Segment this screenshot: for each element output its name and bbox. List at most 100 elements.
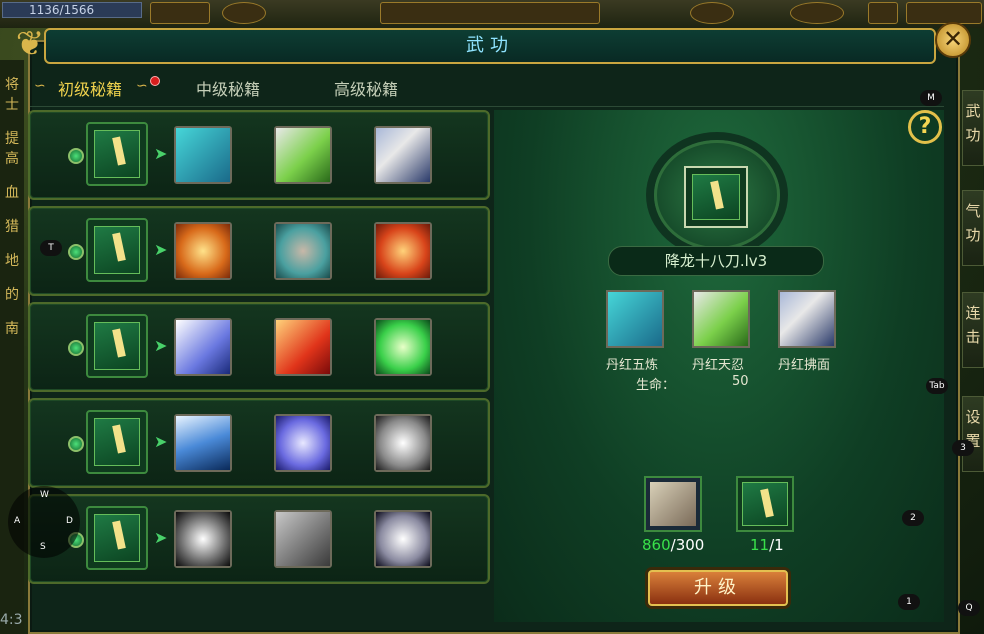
green-slash-icon[interactable] <box>692 290 750 348</box>
skill-book-icon[interactable] <box>736 476 794 532</box>
skill-book-list: ➤ ➤ ➤ ➤ ➤ <box>26 110 492 622</box>
swirl-icon: ∽ <box>34 78 46 94</box>
side-button-settings[interactable]: 设置 <box>962 396 984 472</box>
side-left-text: 的 <box>5 287 19 303</box>
hotkey-q: Q <box>958 600 980 616</box>
side-button-qigong[interactable]: 气功 <box>962 190 984 266</box>
green-slash-icon[interactable] <box>274 126 332 184</box>
selected-book-icon[interactable] <box>684 166 748 228</box>
skill-label: 丹红拂面 <box>778 358 831 373</box>
arrow-right-icon: ➤ <box>154 144 168 163</box>
row-knob-icon <box>68 340 84 356</box>
notification-dot-icon <box>150 76 160 86</box>
hotkey-m: M <box>920 90 942 106</box>
wind-blade-icon[interactable] <box>374 126 432 184</box>
skill-book-row[interactable]: ➤ <box>28 494 490 584</box>
side-button-combo[interactable]: 连击 <box>962 292 984 368</box>
skill-book-row[interactable]: ➤ <box>28 302 490 392</box>
tab-intermediate[interactable]: 中级秘籍 <box>196 76 260 100</box>
golden-helm-icon[interactable] <box>174 222 232 280</box>
material-need: /1 <box>769 536 784 554</box>
wind-blade-icon[interactable] <box>778 290 836 348</box>
row-knob-icon <box>68 436 84 452</box>
star-shatter-icon[interactable] <box>374 510 432 568</box>
hud-menu-chip[interactable] <box>906 2 982 24</box>
dpad-a: A <box>14 516 21 526</box>
spirit-burst-icon[interactable] <box>174 318 232 376</box>
hud-target-bar[interactable] <box>380 2 600 24</box>
hotkey-2: 2 <box>902 510 924 526</box>
hud-globe-icon[interactable] <box>790 2 844 24</box>
fire-vortex-icon[interactable] <box>374 222 432 280</box>
skill-name-label: 降龙十八刀.lv3 <box>608 246 824 276</box>
close-button[interactable]: ✕ <box>935 22 971 58</box>
material-need: /300 <box>670 536 705 554</box>
flame-strike-icon[interactable] <box>274 318 332 376</box>
skill-book-row[interactable]: ➤ <box>28 110 490 200</box>
material-count-1: 860/300 <box>642 536 704 554</box>
skill-book-icon[interactable] <box>86 218 148 282</box>
stat-value: 50 <box>732 374 749 389</box>
skill-detail-panel: 降龙十八刀.lv3 丹红五炼 丹红天忍 丹红拂面 生命： 50 860/300 … <box>494 110 944 622</box>
hotkey-1: 1 <box>898 594 920 610</box>
side-left-text: 地 <box>5 253 19 269</box>
skill-label: 丹红天忍 <box>692 358 745 373</box>
hud-mode-chip[interactable] <box>150 2 210 24</box>
help-button[interactable]: ? <box>908 110 942 144</box>
dpad-d: D <box>66 516 73 526</box>
movement-dpad[interactable]: W A S D <box>8 486 80 558</box>
material-have: 860 <box>642 536 671 554</box>
side-left-text: 提高 <box>5 131 19 167</box>
skill-book-icon[interactable] <box>86 410 148 474</box>
stat-label: 生命： <box>636 378 676 393</box>
dpad-w: W <box>40 490 49 500</box>
clock-text: 4:3 <box>0 612 23 628</box>
material-count-2: 11/1 <box>750 536 784 554</box>
dark-strike-icon[interactable] <box>274 510 332 568</box>
arrow-right-icon: ➤ <box>154 240 168 259</box>
right-menu-strip: 武功 气功 连击 设置 <box>962 60 984 620</box>
row-knob-icon <box>68 148 84 164</box>
side-left-text: 将士 <box>5 77 19 113</box>
hud-medal-icon[interactable] <box>222 2 266 24</box>
blue-crescent-icon[interactable] <box>174 414 232 472</box>
skill-book-icon[interactable] <box>86 506 148 570</box>
arrow-right-icon: ➤ <box>154 336 168 355</box>
chain-ring-icon[interactable] <box>174 510 232 568</box>
tab-bar: ∽ 初级秘籍 ∽ 中级秘籍 高级秘籍 <box>30 72 960 104</box>
side-left-text: 血 <box>5 185 19 201</box>
hud-flag-icon[interactable] <box>868 2 898 24</box>
skill-book-icon[interactable] <box>86 314 148 378</box>
hotkey-3: 3 <box>952 440 974 456</box>
dpad-s: S <box>40 542 46 552</box>
swirl-icon: ∽ <box>136 78 148 94</box>
tab-basic[interactable]: 初级秘籍 <box>58 76 122 100</box>
stone-golem-icon[interactable] <box>174 126 232 184</box>
side-left-text: 猎 <box>5 219 19 235</box>
material-have: 11 <box>750 536 770 554</box>
row-knob-icon <box>68 244 84 260</box>
hotkey-t: T <box>40 240 62 256</box>
hud-compass-icon[interactable] <box>690 2 734 24</box>
stone-fragment-icon[interactable] <box>644 476 702 532</box>
window-title: 武功 <box>44 28 936 64</box>
white-rune-icon[interactable] <box>374 414 432 472</box>
skill-label: 丹红五炼 <box>606 358 659 373</box>
green-swirl-icon[interactable] <box>374 318 432 376</box>
hotkey-tab: Tab <box>926 378 948 394</box>
skill-book-icon[interactable] <box>86 122 148 186</box>
tab-divider <box>30 106 944 107</box>
skill-book-row[interactable]: ➤ <box>28 398 490 488</box>
skill-book-row[interactable]: ➤ <box>28 206 490 296</box>
side-button-wugong[interactable]: 武功 <box>962 90 984 166</box>
arrow-right-icon: ➤ <box>154 528 168 547</box>
cross-slash-icon[interactable] <box>274 414 332 472</box>
arrow-right-icon: ➤ <box>154 432 168 451</box>
claw-hand-icon[interactable] <box>274 222 332 280</box>
upgrade-button[interactable]: 升级 <box>648 570 788 606</box>
hp-bar: 1136/1566 <box>2 2 142 18</box>
top-hud: 1136/1566 <box>0 0 984 28</box>
tab-advanced[interactable]: 高级秘籍 <box>334 76 398 100</box>
side-left-text: 南 <box>5 321 19 337</box>
stone-golem-icon[interactable] <box>606 290 664 348</box>
